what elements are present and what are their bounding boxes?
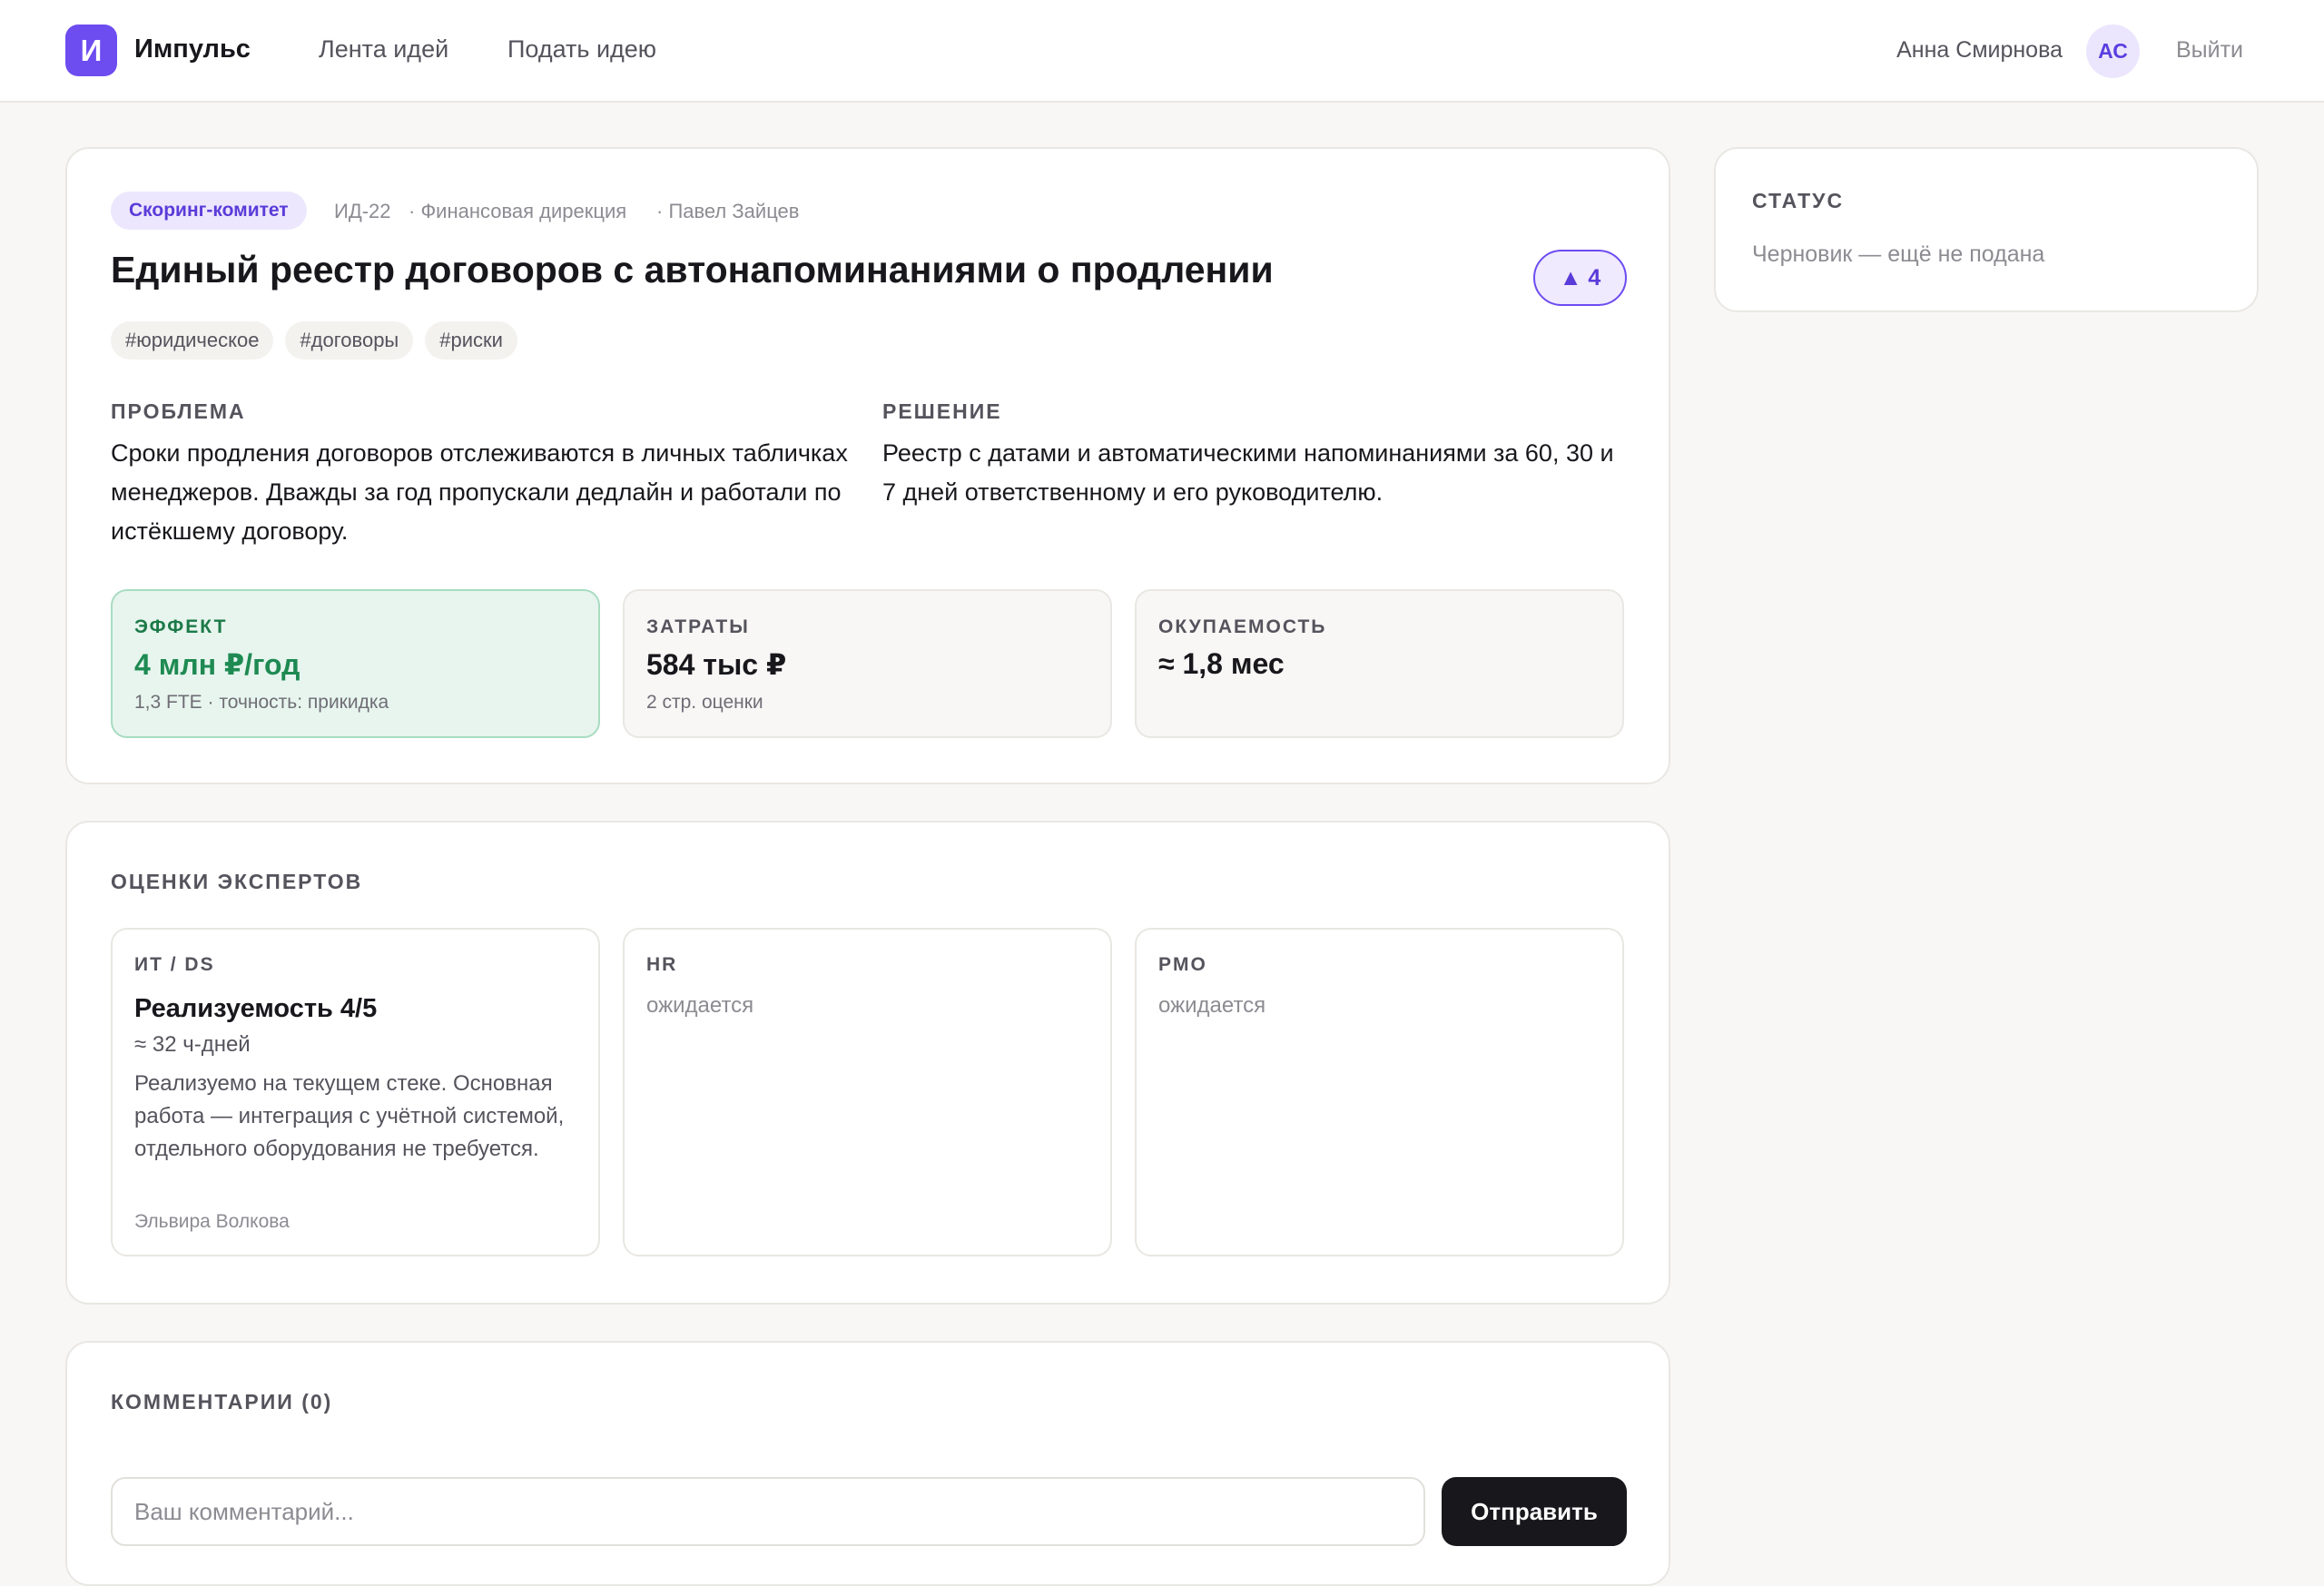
metric-sub: 2 стр. оценки [646,692,763,713]
experts-card: ОЦЕНКИ ЭКСПЕРТОВ ИТ / DS Реализуемость 4… [65,821,1670,1305]
metric-label: ЭФФЕКТ [134,616,228,637]
top-bar: И Импульс Лента идей Подать идею Анна См… [0,0,2324,103]
solution-text: Реестр с датами и автоматическими напоми… [882,439,1614,506]
tag[interactable]: #договоры [285,321,414,360]
status-label: СТАТУС [1752,189,1845,212]
solution-label: РЕШЕНИЕ [882,399,1002,423]
idea-id: ИД-22 [334,200,391,222]
expert-role: ИТ / DS [134,954,215,975]
tag[interactable]: #юридическое [111,321,274,360]
idea-title: Единый реестр договоров с автонапоминани… [111,249,1274,291]
brand-name[interactable]: Импульс [134,34,251,64]
idea-department: · Финансовая дирекция [409,200,627,222]
expert-comment: Реализуемо на текущем стеке. Основная ра… [134,1071,565,1161]
problem-text: Сроки продления договоров отслеживаются … [111,439,848,545]
tag-list: #юридическое #договоры #риски [111,321,517,360]
metric-effect: ЭФФЕКТ 4 млн ₽/год 1,3 FTE · точность: п… [111,589,600,738]
expert-score: Реализуемость 4/5 [134,994,378,1023]
metric-value: 584 тыс ₽ [646,648,787,681]
experts-title: ОЦЕНКИ ЭКСПЕРТОВ [111,870,363,893]
status-text: Черновик — ещё не подана [1752,241,2045,267]
problem-label: ПРОБЛЕМА [111,399,246,423]
expert-role: PMO [1158,954,1207,975]
metric-label: ЗАТРАТЫ [646,616,750,637]
committee-badge: Скоринг-комитет [111,192,307,230]
status-card: СТАТУС Черновик — ещё не подана [1714,147,2259,312]
logo-icon[interactable]: И [65,25,117,76]
logout-link[interactable]: Выйти [2176,37,2243,64]
metric-label: ОКУПАЕМОСТЬ [1158,616,1327,637]
nav-submit-idea[interactable]: Подать идею [507,35,656,64]
tag[interactable]: #риски [425,321,517,360]
avatar[interactable]: АС [2086,25,2140,78]
expert-review-pmo: PMO ожидается [1135,928,1624,1256]
expert-pending: ожидается [646,993,754,1018]
expert-role: HR [646,954,678,975]
metric-costs: ЗАТРАТЫ 584 тыс ₽ 2 стр. оценки [623,589,1112,738]
comments-card: КОММЕНТАРИИ (0) Отправить [65,1341,1670,1586]
comment-input[interactable] [111,1477,1425,1546]
expert-pending: ожидается [1158,993,1266,1018]
idea-card: Скоринг-комитет ИД-22 · Финансовая дирек… [65,147,1670,784]
expert-review-it: ИТ / DS Реализуемость 4/5 ≈ 32 ч-дней Ре… [111,928,600,1256]
expert-review-hr: HR ожидается [623,928,1112,1256]
comments-title: КОММЕНТАРИИ (0) [111,1390,333,1414]
idea-author: · Павел Зайцев [656,200,800,222]
expert-author: Эльвира Волкова [134,1211,290,1232]
expert-effort: ≈ 32 ч-дней [134,1032,251,1057]
user-name: Анна Смирнова [1896,37,2063,63]
metric-sub: 1,3 FTE · точность: прикидка [134,692,389,713]
upvote-button[interactable]: ▲ 4 [1533,250,1627,306]
metric-payback: ОКУПАЕМОСТЬ ≈ 1,8 мес [1135,589,1624,738]
nav-ideas-feed[interactable]: Лента идей [319,35,448,64]
send-comment-button[interactable]: Отправить [1442,1477,1627,1546]
metric-value: 4 млн ₽/год [134,648,300,681]
metric-value: ≈ 1,8 мес [1158,647,1285,680]
